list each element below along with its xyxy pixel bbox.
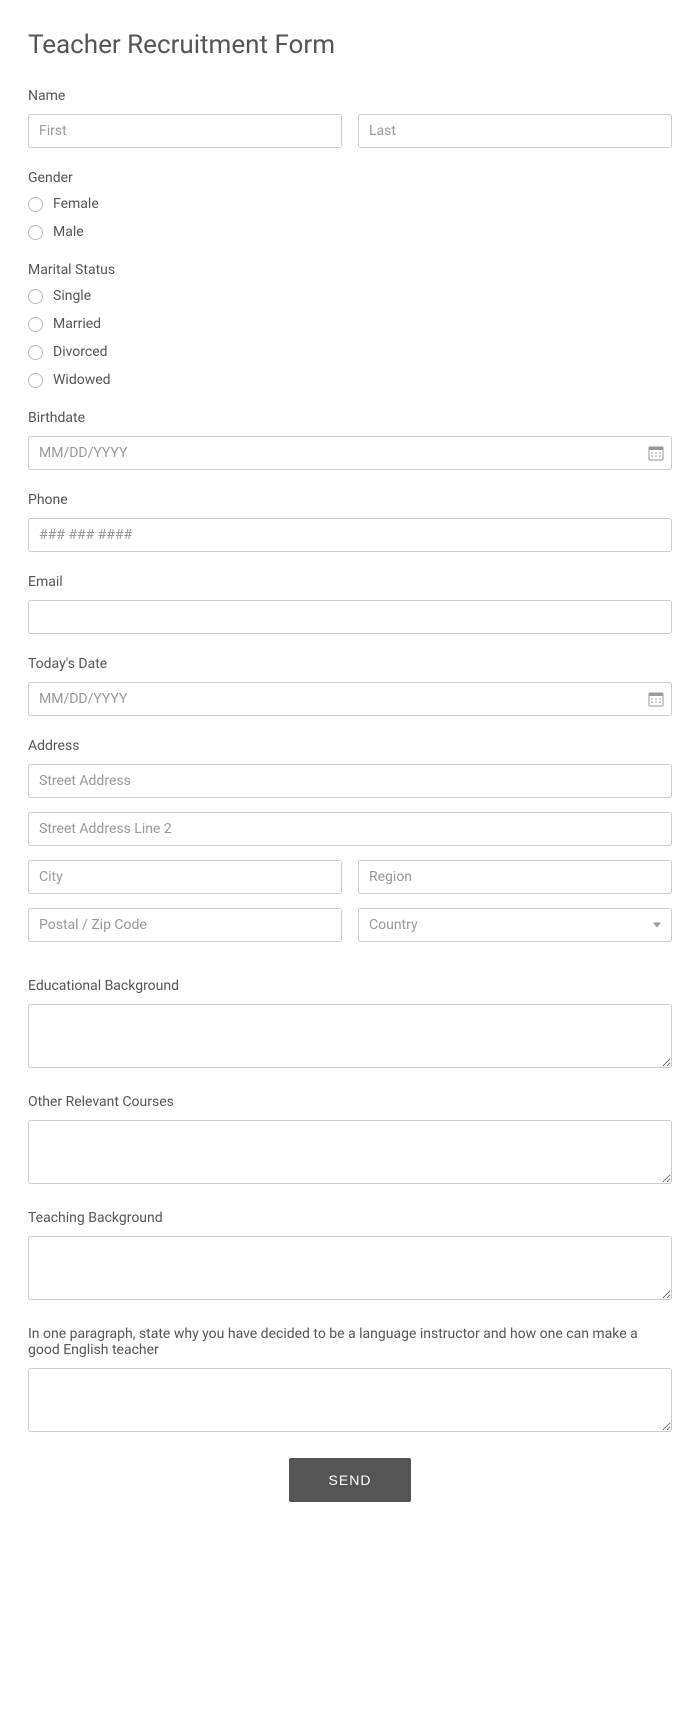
last-name-input[interactable] <box>358 114 672 148</box>
today-field: Today's Date <box>28 656 672 716</box>
teaching-textarea[interactable] <box>28 1236 672 1300</box>
page-title: Teacher Recruitment Form <box>28 30 672 60</box>
courses-label: Other Relevant Courses <box>28 1094 672 1110</box>
teaching-label: Teaching Background <box>28 1210 672 1226</box>
email-field: Email <box>28 574 672 634</box>
courses-textarea[interactable] <box>28 1120 672 1184</box>
postal-input[interactable] <box>28 908 342 942</box>
edu-label: Educational Background <box>28 978 672 994</box>
radio-label: Divorced <box>53 344 108 360</box>
radio-circle-icon <box>28 289 43 304</box>
courses-field: Other Relevant Courses <box>28 1094 672 1188</box>
name-field: Name <box>28 88 672 148</box>
today-label: Today's Date <box>28 656 672 672</box>
radio-circle-icon <box>28 373 43 388</box>
paragraph-label: In one paragraph, state why you have dec… <box>28 1326 672 1358</box>
paragraph-textarea[interactable] <box>28 1368 672 1432</box>
paragraph-field: In one paragraph, state why you have dec… <box>28 1326 672 1436</box>
phone-field: Phone <box>28 492 672 552</box>
phone-label: Phone <box>28 492 672 508</box>
country-select[interactable]: Country <box>358 908 672 942</box>
birthdate-field: Birthdate <box>28 410 672 470</box>
address-field: Address Country <box>28 738 672 956</box>
radio-circle-icon <box>28 225 43 240</box>
email-label: Email <box>28 574 672 590</box>
birthdate-input[interactable] <box>28 436 672 470</box>
radio-married[interactable]: Married <box>28 316 672 332</box>
street2-input[interactable] <box>28 812 672 846</box>
region-input[interactable] <box>358 860 672 894</box>
radio-female[interactable]: Female <box>28 196 672 212</box>
radio-widowed[interactable]: Widowed <box>28 372 672 388</box>
radio-circle-icon <box>28 317 43 332</box>
send-button[interactable]: SEND <box>289 1458 412 1502</box>
edu-textarea[interactable] <box>28 1004 672 1068</box>
marital-field: Marital Status Single Married Divorced W… <box>28 262 672 388</box>
today-input[interactable] <box>28 682 672 716</box>
radio-label: Single <box>53 288 91 304</box>
phone-input[interactable] <box>28 518 672 552</box>
street-input[interactable] <box>28 764 672 798</box>
first-name-input[interactable] <box>28 114 342 148</box>
birthdate-label: Birthdate <box>28 410 672 426</box>
radio-circle-icon <box>28 197 43 212</box>
gender-label: Gender <box>28 170 672 186</box>
marital-label: Marital Status <box>28 262 672 278</box>
radio-label: Male <box>53 224 84 240</box>
radio-label: Widowed <box>53 372 111 388</box>
address-label: Address <box>28 738 672 754</box>
radio-label: Female <box>53 196 99 212</box>
radio-label: Married <box>53 316 101 332</box>
edu-field: Educational Background <box>28 978 672 1072</box>
radio-circle-icon <box>28 345 43 360</box>
gender-field: Gender Female Male <box>28 170 672 240</box>
city-input[interactable] <box>28 860 342 894</box>
submit-row: SEND <box>28 1458 672 1502</box>
teaching-field: Teaching Background <box>28 1210 672 1304</box>
radio-single[interactable]: Single <box>28 288 672 304</box>
name-label: Name <box>28 88 672 104</box>
radio-divorced[interactable]: Divorced <box>28 344 672 360</box>
radio-male[interactable]: Male <box>28 224 672 240</box>
email-input[interactable] <box>28 600 672 634</box>
